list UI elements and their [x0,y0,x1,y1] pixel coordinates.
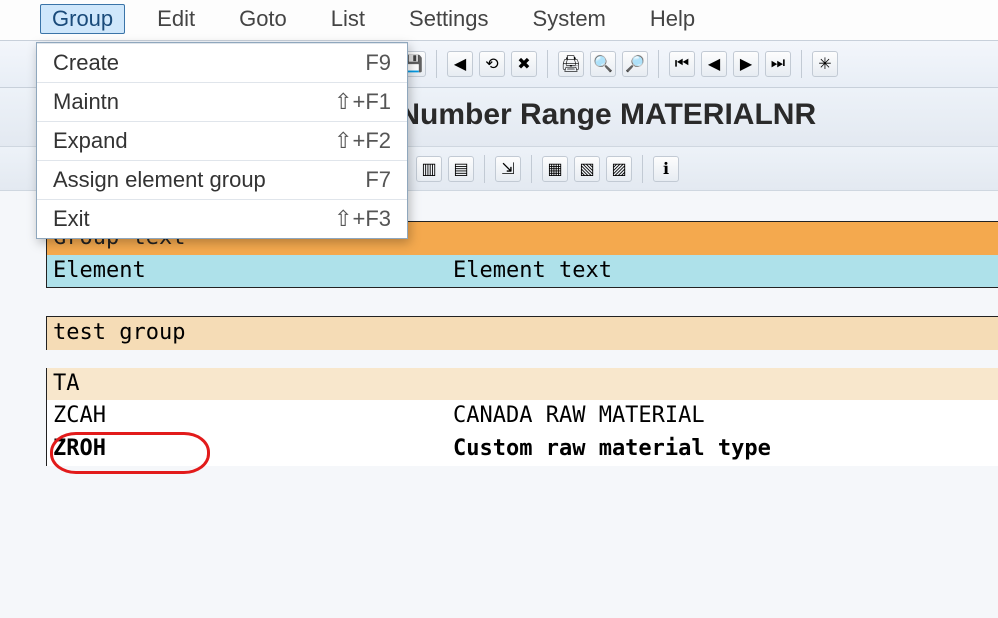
find-next-icon[interactable]: 🔎 [622,51,648,77]
element-text-cell: Custom raw material type [453,435,992,464]
elements-block: TA ZCAH CANADA RAW MATERIAL ZROH Custom … [46,368,998,466]
label-element-text: Element text [453,257,992,286]
layout-save-icon[interactable]: ▨ [606,156,632,182]
back-icon[interactable]: ◀ [447,51,473,77]
menu-item-label: Assign element group [53,167,266,193]
menu-item-label: Maintn [53,89,119,115]
toolbar-separator [436,50,437,78]
last-page-icon[interactable]: ⏭ [765,51,791,77]
toolbar-separator [531,155,532,183]
menu-item-help[interactable]: Help [638,4,707,34]
menu-item-label: Create [53,50,119,76]
menu-item-shortcut: F7 [365,167,391,193]
menu-item-create[interactable]: Create F9 [37,43,407,83]
print-icon[interactable]: 🖨 [558,51,584,77]
menu-item-exit[interactable]: Exit ⇧+F3 [37,200,407,238]
toolbar-separator [484,155,485,183]
element-text-cell: CANADA RAW MATERIAL [453,402,992,431]
group-block: test group [46,316,998,350]
find-icon[interactable]: 🔍 [590,51,616,77]
table-row[interactable]: TA [47,368,998,401]
prev-page-icon[interactable]: ◀ [701,51,727,77]
element-cell: ZROH [53,435,453,464]
table-row[interactable]: ZROH Custom raw material type [47,433,998,466]
menu-item-assign-element-group[interactable]: Assign element group F7 [37,161,407,200]
menu-item-edit[interactable]: Edit [145,4,207,34]
element-cell: ZCAH [53,402,453,431]
menu-bar: Group Edit Goto List Settings System Hel… [0,0,998,40]
menu-item-label: Expand [53,128,128,154]
menu-item-list[interactable]: List [319,4,377,34]
toolbar-separator [658,50,659,78]
filter-icon[interactable]: ▥ [416,156,442,182]
menu-item-shortcut: ⇧+F1 [334,89,391,115]
export-icon[interactable]: ⇲ [495,156,521,182]
new-session-icon[interactable]: ✳ [812,51,838,77]
filter-delete-icon[interactable]: ▤ [448,156,474,182]
group-menu-dropdown: Create F9 Maintn ⇧+F1 Expand ⇧+F2 Assign… [36,42,408,239]
toolbar-separator [547,50,548,78]
menu-item-shortcut: F9 [365,50,391,76]
menu-item-label: Exit [53,206,90,232]
layout-icon[interactable]: ▦ [542,156,568,182]
menu-item-shortcut: ⇧+F3 [334,206,391,232]
menu-item-maintn[interactable]: Maintn ⇧+F1 [37,83,407,122]
menu-item-settings[interactable]: Settings [397,4,501,34]
toolbar-separator [801,50,802,78]
menu-item-goto[interactable]: Goto [227,4,299,34]
info-icon[interactable]: ℹ [653,156,679,182]
menu-item-expand[interactable]: Expand ⇧+F2 [37,122,407,161]
group-row[interactable]: test group [47,317,998,350]
table-row[interactable]: ZCAH CANADA RAW MATERIAL [47,400,998,433]
next-page-icon[interactable]: ▶ [733,51,759,77]
header-row-element: Element Element text [47,255,998,288]
menu-item-group[interactable]: Group [40,4,125,34]
exit-icon[interactable]: ⟲ [479,51,505,77]
menu-item-shortcut: ⇧+F2 [334,128,391,154]
first-page-icon[interactable]: ⏮ [669,51,695,77]
label-element: Element [53,257,453,286]
menu-item-system[interactable]: System [521,4,618,34]
toolbar-separator [642,155,643,183]
element-cell: TA [53,370,453,399]
cancel-icon[interactable]: ✖ [511,51,537,77]
element-text-cell [453,370,992,399]
group-name: test group [53,319,453,348]
layout-change-icon[interactable]: ▧ [574,156,600,182]
